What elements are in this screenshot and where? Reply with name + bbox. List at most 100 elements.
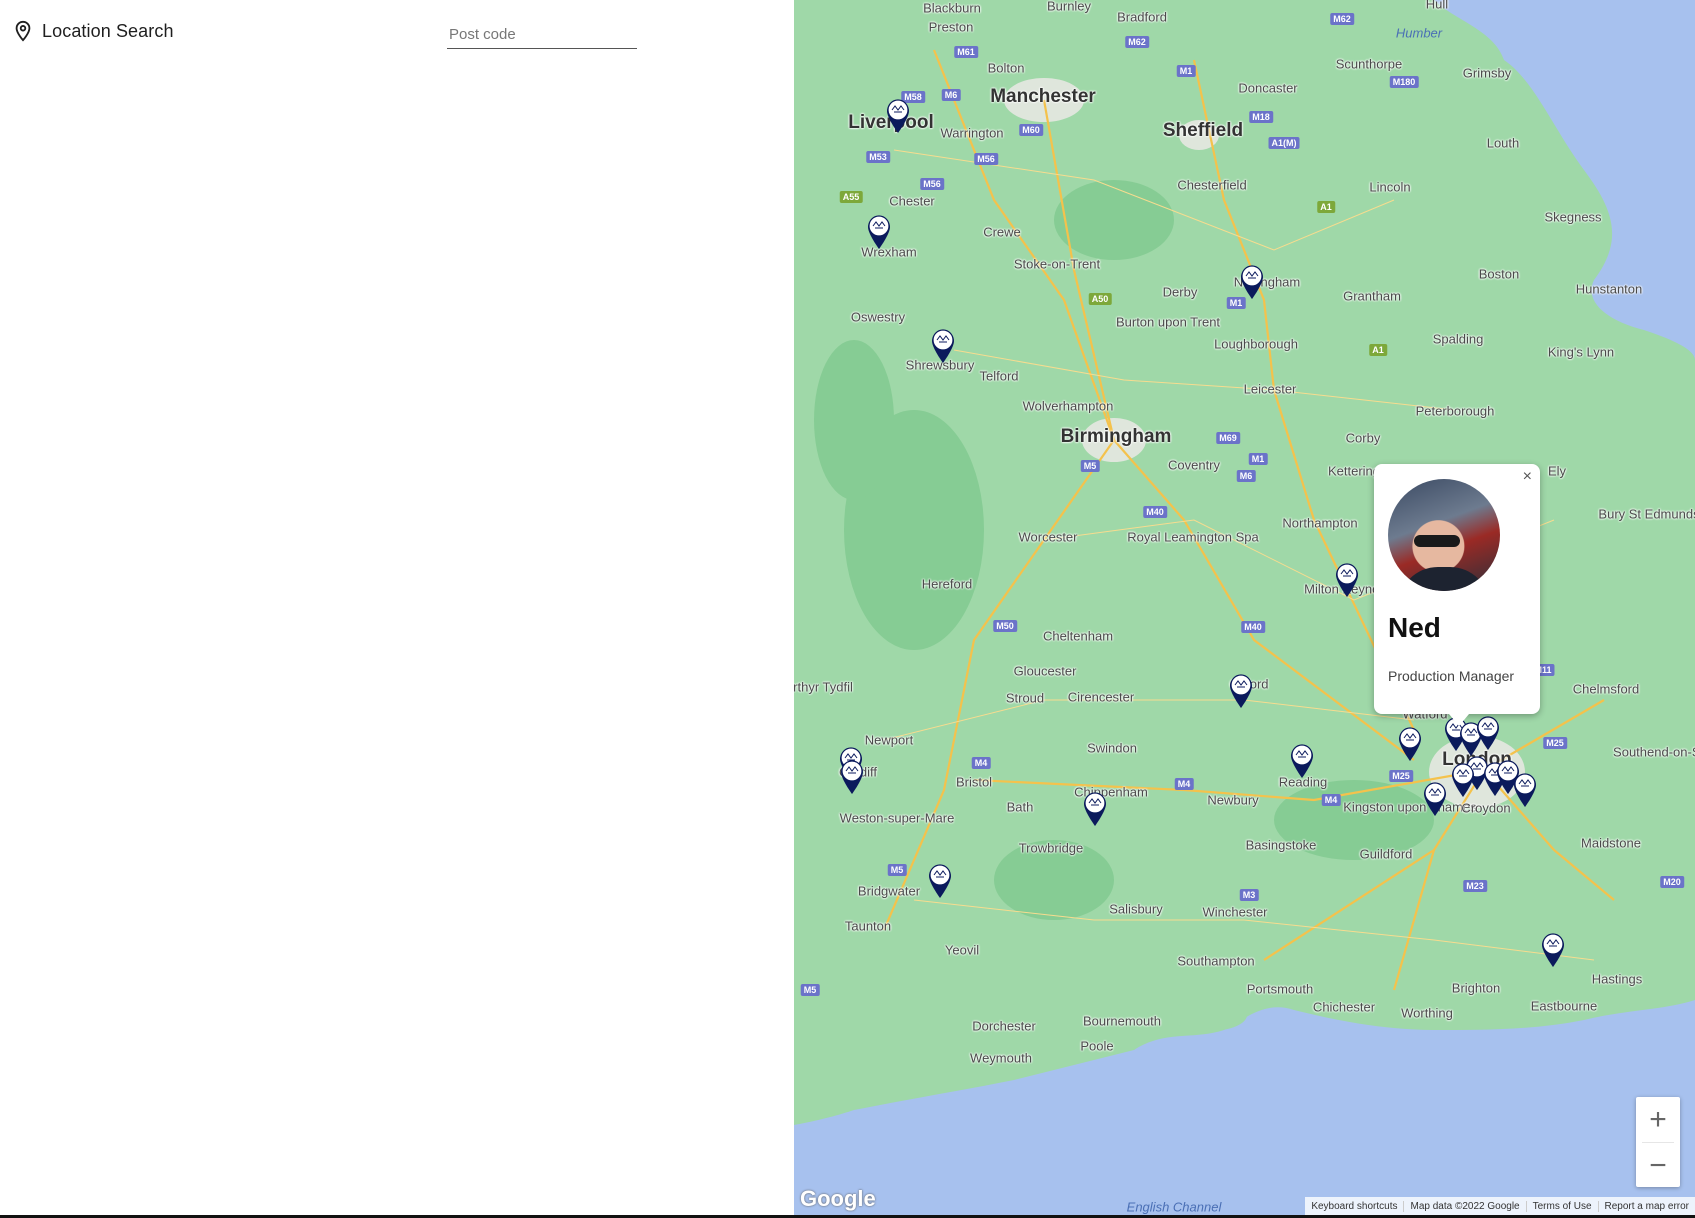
map-data-text: Map data ©2022 Google <box>1403 1200 1525 1212</box>
map-marker-icon[interactable] <box>839 759 865 795</box>
map-marker-icon[interactable] <box>927 863 953 899</box>
map-marker-icon[interactable] <box>1334 562 1360 598</box>
place-label: Chichester <box>1312 999 1376 1015</box>
road-shield: M180 <box>1389 76 1419 88</box>
zoom-control: + − <box>1636 1097 1680 1187</box>
road-shield: A1(M) <box>1268 137 1300 149</box>
map-marker-icon[interactable] <box>1239 264 1265 300</box>
page-title: Location Search <box>42 20 174 41</box>
close-icon[interactable]: × <box>1523 468 1532 486</box>
keyboard-shortcuts-link[interactable]: Keyboard shortcuts <box>1305 1201 1403 1212</box>
map-marker-icon[interactable] <box>1422 781 1448 817</box>
place-label: Preston <box>928 19 974 35</box>
place-label: Birmingham <box>1060 426 1172 447</box>
report-map-error-link[interactable]: Report a map error <box>1597 1200 1695 1212</box>
map-marker-icon[interactable] <box>1450 762 1476 798</box>
place-label: Humber <box>1395 25 1443 41</box>
place-label: King's Lynn <box>1547 344 1615 360</box>
road-shield: M4 <box>1321 794 1341 806</box>
road-shield: M69 <box>1216 432 1240 444</box>
zoom-out-button[interactable]: − <box>1636 1143 1680 1188</box>
place-label: Worcester <box>1018 529 1078 545</box>
road-shield: M5 <box>887 864 907 876</box>
place-label: Loughborough <box>1214 336 1298 352</box>
place-label: Kingston upon Thames <box>1343 799 1477 815</box>
road-shield: M25 <box>1543 737 1567 749</box>
road-shield: M62 <box>1330 13 1354 25</box>
place-label: Hull <box>1425 0 1449 12</box>
google-logo: Google <box>800 1186 876 1211</box>
place-label: Grimsby <box>1462 65 1512 81</box>
road-shield: M20 <box>1660 876 1684 888</box>
place-label: Gloucester <box>1013 663 1077 679</box>
place-label: Worthing <box>1401 1005 1453 1021</box>
person-name: Ned <box>1388 612 1441 643</box>
place-label: Weston-super-Mare <box>839 810 955 826</box>
map-marker-icon[interactable] <box>1475 715 1501 751</box>
place-label: Bradford <box>1117 9 1167 25</box>
road-shield: M40 <box>1143 506 1167 518</box>
terms-of-use-link[interactable]: Terms of Use <box>1525 1200 1598 1212</box>
map-marker-icon[interactable] <box>1397 726 1423 762</box>
place-label: Bristol <box>955 774 993 790</box>
road-shield: M1 <box>1176 65 1196 77</box>
place-label: Eastbourne <box>1530 998 1598 1014</box>
location-pin-icon <box>15 20 31 42</box>
place-label: Coventry <box>1167 457 1221 473</box>
map-marker-icon[interactable] <box>1228 673 1254 709</box>
map-marker-icon[interactable] <box>1289 743 1315 779</box>
search-header: Location Search <box>12 18 174 44</box>
place-label: Cheltenham <box>1042 628 1114 644</box>
road-shield: M60 <box>1019 124 1043 136</box>
person-role: Production Manager <box>1388 668 1515 684</box>
place-label: Blackburn <box>923 0 981 16</box>
place-label: Crewe <box>983 224 1021 240</box>
map-view[interactable]: Blackburn Burnley Bradford Hull Preston Humbe… <box>794 0 1695 1215</box>
place-label: Doncaster <box>1238 80 1298 96</box>
map-marker-icon[interactable] <box>1512 772 1538 808</box>
map-marker-icon[interactable] <box>930 328 956 364</box>
place-label: Boston <box>1478 266 1520 282</box>
place-label: Dorchester <box>972 1018 1036 1034</box>
place-label: Stoke-on-Trent <box>1013 256 1101 272</box>
place-label: Hunstanton <box>1575 281 1643 297</box>
place-label: Portsmouth <box>1246 981 1314 997</box>
place-label: Grantham <box>1343 288 1401 304</box>
map-marker-icon[interactable] <box>1540 932 1566 968</box>
place-label: Basingstoke <box>1245 837 1317 853</box>
road-shield: M40 <box>1241 621 1265 633</box>
place-label: Southend-on-Sea <box>1613 744 1695 760</box>
place-label: Bath <box>1006 799 1034 815</box>
place-label: Trowbridge <box>1018 840 1084 856</box>
road-shield: M5 <box>800 984 820 996</box>
place-label: Kettering <box>1327 463 1381 479</box>
place-label: Yeovil <box>944 942 980 958</box>
zoom-in-button[interactable]: + <box>1636 1097 1680 1142</box>
marker-info-window: × Ned Production Manager <box>1374 464 1540 726</box>
place-label: Bridgwater <box>857 883 921 899</box>
road-shield: M25 <box>1389 770 1413 782</box>
map-marker-icon[interactable] <box>866 214 892 250</box>
postcode-input[interactable] <box>447 20 637 49</box>
map-marker-icon[interactable] <box>885 98 911 134</box>
place-label: Burnley <box>1046 0 1092 14</box>
place-label: Wolverhampton <box>1022 398 1114 414</box>
road-shield: M62 <box>1125 36 1149 48</box>
place-label: Spalding <box>1432 331 1484 347</box>
road-shield: A50 <box>1088 293 1112 305</box>
place-label: Royal Leamington Spa <box>1127 529 1259 545</box>
place-label: Manchester <box>990 86 1096 107</box>
road-shield: M4 <box>971 757 991 769</box>
place-label: Poole <box>1080 1038 1114 1054</box>
place-label: Croydon <box>1461 800 1511 816</box>
road-shield: M1 <box>1248 453 1268 465</box>
place-label: Chelmsford <box>1572 681 1640 697</box>
road-shield: M56 <box>920 178 944 190</box>
map-marker-icon[interactable] <box>1082 791 1108 827</box>
location-search-panel: Location Search <box>0 0 794 1215</box>
place-label: Merthyr Tydfil <box>794 679 853 695</box>
place-label: Newport <box>864 732 914 748</box>
place-label: Chesterfield <box>1177 177 1247 193</box>
place-label: Corby <box>1345 430 1381 446</box>
place-label: Guildford <box>1359 846 1413 862</box>
